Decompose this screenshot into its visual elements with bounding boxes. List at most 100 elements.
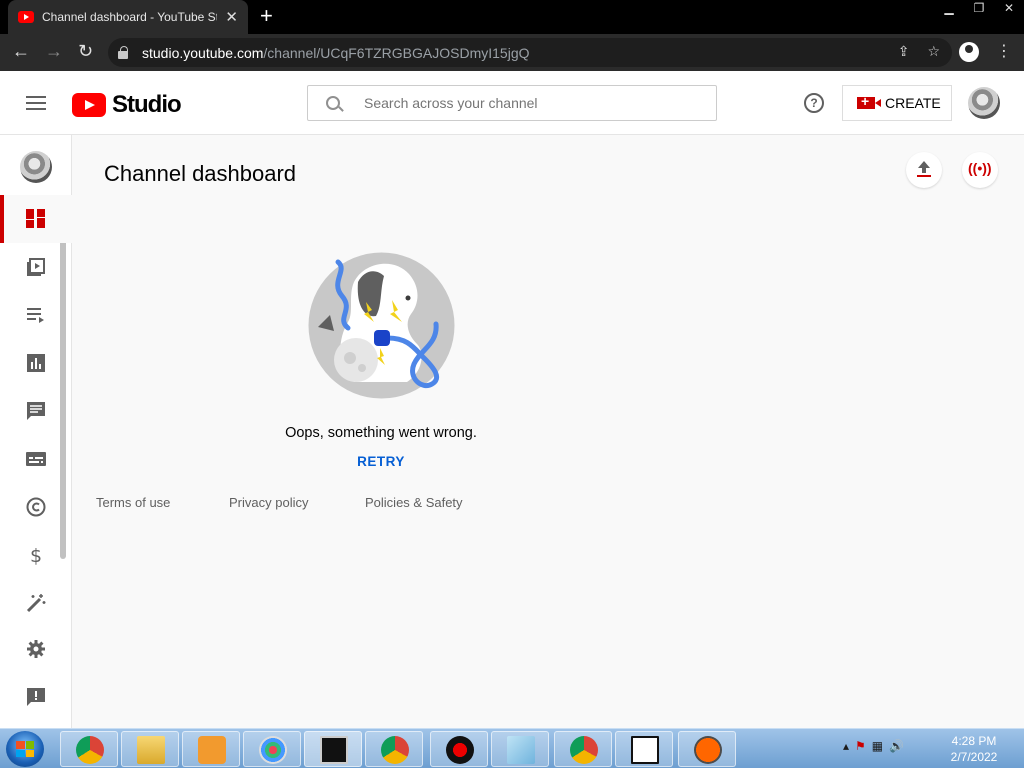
youtube-logo-icon	[72, 93, 106, 117]
taskbar-file-explorer[interactable]	[121, 731, 179, 767]
sidebar-item-settings[interactable]	[0, 625, 72, 673]
url-path: /channel/UCqF6TZRGBGAJOSDmyI15jgQ	[263, 44, 530, 61]
sidebar-item-content[interactable]	[0, 243, 72, 291]
error-illustration	[308, 252, 455, 399]
window-controls: ▁ ❐ ✕	[934, 0, 1024, 18]
studio-header: Studio ? CREATE	[0, 71, 1024, 135]
media-player-icon	[198, 736, 226, 764]
youtube-favicon-icon	[18, 11, 34, 23]
folder-icon	[137, 736, 165, 764]
browser-menu-icon[interactable]: ⋮	[996, 41, 1012, 61]
chrome-profile-icon	[381, 736, 409, 764]
sidebar-item-feedback[interactable]	[0, 673, 72, 721]
browser-tab[interactable]: Channel dashboard - YouTube Studio ✕	[8, 0, 248, 34]
live-broadcast-icon: ((•))	[968, 160, 992, 176]
create-button[interactable]: CREATE	[842, 85, 952, 121]
studio-logo[interactable]: Studio	[72, 91, 182, 119]
sidebar-item-subtitles[interactable]	[0, 435, 72, 483]
feedback-icon	[27, 688, 45, 706]
back-arrow-icon[interactable]: ←	[12, 41, 30, 62]
taskbar-command-prompt[interactable]	[304, 731, 362, 767]
sidebar-item-customization[interactable]	[0, 579, 72, 627]
taskbar-chrome[interactable]	[60, 731, 118, 767]
page-title: Channel dashboard	[104, 161, 297, 186]
sidebar-item-analytics[interactable]	[0, 339, 72, 387]
logo-text: Studio	[112, 91, 182, 118]
browser-tab-strip: Channel dashboard - YouTube Studio ✕ + ▁…	[0, 0, 1024, 34]
windows-taskbar: ▴ ⚑ ▦ 🔊 4:28 PM 2/7/2022	[0, 728, 1024, 768]
close-tab-icon[interactable]: ✕	[225, 8, 238, 26]
sidebar: $	[0, 135, 72, 728]
terminal-icon	[320, 736, 348, 764]
sidebar-item-comments[interactable]	[0, 387, 72, 435]
close-window-icon[interactable]: ✕	[994, 0, 1024, 18]
system-tray: ▴ ⚑ ▦ 🔊	[843, 739, 904, 753]
new-tab-button[interactable]: +	[260, 5, 273, 27]
url-host: studio.youtube.com	[142, 44, 264, 61]
network-icon[interactable]: ▦	[872, 739, 883, 753]
taskbar-media-player[interactable]	[182, 731, 240, 767]
svg-text:$: $	[30, 545, 42, 565]
create-label: CREATE	[885, 95, 941, 111]
bookmark-star-icon[interactable]: ☆	[927, 43, 940, 60]
sidebar-item-dashboard[interactable]	[0, 195, 72, 243]
sidebar-item-playlists[interactable]	[0, 291, 72, 339]
policies-link[interactable]: Policies & Safety	[365, 495, 463, 510]
analytics-icon	[27, 354, 45, 372]
chrome-shield-icon	[570, 736, 598, 764]
upload-button[interactable]	[906, 152, 942, 188]
taskbar-7zip[interactable]	[615, 731, 673, 767]
address-bar: ← → ↻ studio.youtube.com/channel/UCqF6TZ…	[0, 34, 1024, 71]
taskbar-paint[interactable]	[243, 731, 301, 767]
upload-icon	[917, 161, 931, 177]
chrome-icon	[76, 736, 104, 764]
help-icon[interactable]: ?	[804, 93, 824, 113]
browser-profile-icon[interactable]	[959, 42, 979, 62]
copyright-icon	[26, 497, 46, 517]
taskbar-monero[interactable]	[678, 731, 736, 767]
video-library-icon	[27, 258, 45, 276]
gear-icon	[27, 640, 45, 658]
account-avatar[interactable]	[968, 87, 1000, 119]
lock-icon	[118, 45, 128, 59]
channel-avatar[interactable]	[20, 151, 52, 183]
monero-icon	[694, 736, 722, 764]
playlist-icon	[27, 308, 44, 323]
search-icon	[326, 96, 340, 110]
search-box[interactable]	[307, 85, 717, 121]
volume-icon[interactable]: 🔊	[889, 739, 904, 753]
subtitles-icon	[26, 452, 46, 466]
record-icon	[446, 736, 474, 764]
error-message: Oops, something went wrong.	[285, 425, 477, 441]
taskbar-chrome-secure[interactable]	[554, 731, 612, 767]
taskbar-chrome-profile[interactable]	[365, 731, 423, 767]
taskbar-notepad[interactable]	[491, 731, 549, 767]
privacy-link[interactable]: Privacy policy	[229, 495, 308, 510]
forward-arrow-icon[interactable]: →	[45, 41, 63, 62]
search-input[interactable]	[364, 95, 684, 111]
dollar-icon: $	[30, 545, 42, 565]
go-live-button[interactable]: ((•))	[962, 152, 998, 188]
magic-wand-icon	[26, 594, 46, 613]
retry-button[interactable]: RETRY	[340, 454, 422, 469]
restore-icon[interactable]: ❐	[964, 0, 994, 18]
url-text: studio.youtube.com/channel/UCqF6TZRGBGAJ…	[142, 45, 530, 61]
taskbar-recorder[interactable]	[430, 731, 488, 767]
show-hidden-icons-icon[interactable]: ▴	[843, 739, 849, 753]
dashboard-icon	[26, 209, 46, 229]
minimize-icon[interactable]: ▁	[934, 0, 964, 18]
system-clock[interactable]: 4:28 PM 2/7/2022	[942, 733, 1006, 765]
reload-icon[interactable]: ↻	[78, 41, 93, 62]
share-icon[interactable]: ⇪	[898, 43, 910, 60]
sidebar-item-earn[interactable]: $	[0, 531, 72, 579]
action-center-flag-icon[interactable]: ⚑	[855, 739, 866, 753]
terms-link[interactable]: Terms of use	[96, 495, 170, 510]
sidebar-item-copyright[interactable]	[0, 483, 72, 531]
url-field[interactable]: studio.youtube.com/channel/UCqF6TZRGBGAJ…	[108, 38, 952, 67]
menu-icon[interactable]	[26, 96, 46, 114]
paint-palette-icon	[259, 736, 287, 764]
comment-icon	[27, 402, 45, 420]
clock-date: 2/7/2022	[950, 750, 998, 764]
start-button[interactable]	[6, 731, 44, 767]
windows-logo-icon	[16, 741, 34, 757]
